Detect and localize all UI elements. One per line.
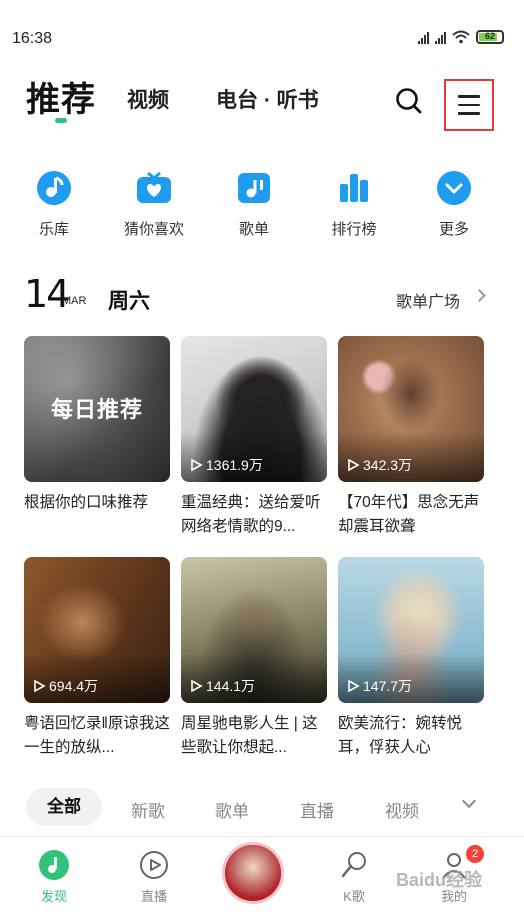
radio-heart-icon (137, 171, 171, 203)
tab-recommend[interactable]: 推荐 (26, 72, 96, 121)
playlist-card-daily[interactable]: 每日推荐 根据你的口味推荐 (24, 336, 170, 539)
quick-entry-row: 乐库 猜你喜欢 歌单 排行榜 更多 (0, 170, 524, 250)
category-tab-video[interactable]: 视频 (385, 797, 419, 822)
playlist-title: 欧美流行：婉转悦耳，俘获人心 (338, 715, 463, 756)
playlist-cover[interactable]: 每日推荐 (24, 336, 170, 482)
quick-entry-music-library[interactable]: 乐库 (9, 170, 99, 239)
play-icon (348, 458, 360, 472)
category-tab-live[interactable]: 直播 (300, 797, 334, 822)
playlist-icon (238, 173, 270, 203)
battery-icon: 62 (476, 30, 504, 44)
category-tab-new-songs[interactable]: 新歌 (131, 797, 165, 822)
playlist-title: 重温经典：送给爱听网络老情歌的9... (181, 494, 321, 535)
playlist-card[interactable]: 342.3万 【70年代】思念无声 却震耳欲聋 (338, 336, 484, 539)
category-tab-all[interactable]: 全部 (26, 788, 102, 826)
watermark: Baidu经验 (396, 870, 483, 890)
category-tab-playlists[interactable]: 歌单 (215, 797, 249, 822)
wifi-icon (452, 30, 470, 44)
play-icon (348, 679, 360, 693)
playlist-title: 粤语回忆录‖原谅我这一生的放纵... (24, 715, 170, 756)
playlist-card[interactable]: 144.1万 周星驰电影人生 | 这些歌让你想起... (181, 557, 327, 760)
playlist-card[interactable]: 147.7万 欧美流行：婉转悦耳，俘获人心 (338, 557, 484, 760)
quick-entry-guess-you-like[interactable]: 猜你喜欢 (109, 170, 199, 239)
signal-icon (418, 30, 429, 44)
bottom-nav-live[interactable]: 直播 (124, 849, 184, 905)
playlist-cover[interactable]: 342.3万 (338, 336, 484, 482)
play-count: 342.3万 (346, 455, 412, 475)
playlist-cover[interactable]: 1361.9万 (181, 336, 327, 482)
active-tab-indicator (55, 118, 67, 123)
tab-radio-audiobook[interactable]: 电台 · 听书 (216, 84, 319, 114)
play-count: 694.4万 (32, 676, 98, 696)
daily-recommend-label: 每日推荐 (50, 397, 143, 422)
music-note-icon (37, 171, 71, 205)
chevron-down-circle-icon (437, 171, 471, 205)
play-icon (191, 458, 203, 472)
date-row: 14 MAR 周六 歌单广场 (0, 272, 524, 318)
playlist-cover[interactable]: 147.7万 (338, 557, 484, 703)
status-icons: 62 (418, 30, 504, 44)
quick-entry-more[interactable]: 更多 (409, 170, 499, 239)
status-time: 16:38 (12, 30, 53, 47)
playlist-title: 【70年代】思念无声 却震耳欲聋 (338, 494, 484, 535)
play-count: 144.1万 (189, 676, 255, 696)
date-month: MAR (62, 295, 87, 307)
date-weekday: 周六 (108, 290, 150, 313)
category-tabs: 全部 新歌 歌单 直播 视频 (0, 788, 524, 828)
playlist-card[interactable]: 694.4万 粤语回忆录‖原谅我这一生的放纵... (24, 557, 170, 760)
playlist-cover[interactable]: 144.1万 (181, 557, 327, 703)
now-playing-disc[interactable] (222, 842, 284, 904)
quick-entry-playlists[interactable]: 歌单 (209, 170, 299, 239)
playlist-card[interactable]: 1361.9万 重温经典：送给爱听网络老情歌的9... (181, 336, 327, 539)
ranking-icon (340, 174, 368, 202)
menu-icon (458, 95, 480, 98)
chevron-right-icon[interactable] (473, 289, 486, 302)
date-day: 14 (24, 272, 70, 316)
live-play-icon (140, 851, 168, 879)
bottom-nav-karaoke[interactable]: K歌 (324, 849, 384, 905)
playlist-title: 周星驰电影人生 | 这些歌让你想起... (181, 715, 318, 756)
top-nav: 推荐 视频 电台 · 听书 (0, 70, 524, 131)
discover-icon (39, 850, 69, 880)
play-count: 147.7万 (346, 676, 412, 696)
playlist-square-link[interactable]: 歌单广场 (396, 288, 460, 312)
playlist-title: 根据你的口味推荐 (24, 494, 149, 511)
play-icon (191, 679, 203, 693)
bottom-nav-discover[interactable]: 发现 (24, 849, 84, 905)
menu-button[interactable] (444, 79, 494, 131)
signal-icon (435, 30, 446, 44)
karaoke-mic-icon (341, 852, 366, 878)
play-icon (34, 679, 46, 693)
search-icon[interactable] (394, 86, 424, 116)
status-bar: 16:38 62 (0, 0, 524, 60)
tab-video[interactable]: 视频 (127, 84, 169, 114)
quick-entry-ranking[interactable]: 排行榜 (309, 170, 399, 239)
playlist-cover[interactable]: 694.4万 (24, 557, 170, 703)
play-count: 1361.9万 (189, 455, 263, 475)
chevron-down-icon[interactable] (461, 793, 477, 809)
notification-badge: 2 (466, 845, 484, 863)
